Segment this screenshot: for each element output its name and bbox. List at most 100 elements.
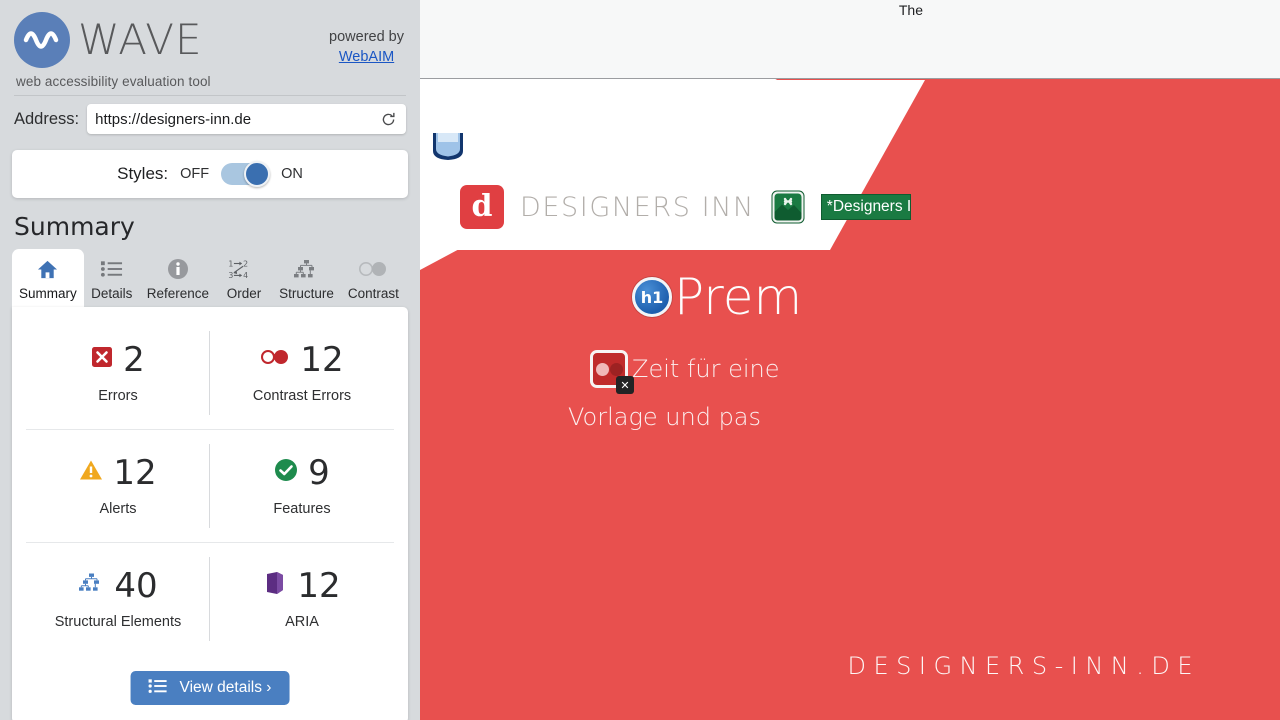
feature-icon bbox=[274, 458, 298, 487]
stat-alerts[interactable]: 12 Alerts bbox=[26, 430, 210, 542]
styles-switch-knob bbox=[244, 161, 271, 187]
page-preview: The d DESIGNERS INN *Designers h1 Prem ✕… bbox=[420, 0, 1280, 720]
stat-errors-label: Errors bbox=[98, 387, 138, 404]
tab-reference-label: Reference bbox=[146, 286, 210, 301]
site-brand-name: DESIGNERS INN bbox=[520, 191, 755, 223]
stat-errors[interactable]: 2 Errors bbox=[26, 317, 210, 429]
contrast-badge-circle-light bbox=[595, 362, 609, 376]
powered-by-text: powered by bbox=[329, 29, 404, 45]
styles-on-label: ON bbox=[281, 166, 303, 182]
tab-contrast-label: Contrast bbox=[347, 286, 399, 301]
styles-off-label: OFF bbox=[180, 166, 210, 182]
svg-text:1: 1 bbox=[228, 259, 233, 268]
stat-contrast-errors-value: 12 bbox=[300, 339, 344, 380]
wave-wordmark: WAVE bbox=[78, 15, 203, 64]
info-icon bbox=[167, 257, 189, 281]
hero-heading-text: Prem bbox=[674, 268, 803, 326]
stat-grid-3: 40 Structural Elements 12 ARIA bbox=[26, 543, 394, 655]
preview-toolbar bbox=[420, 0, 1280, 79]
address-input[interactable] bbox=[95, 110, 378, 128]
tab-order[interactable]: 1 2 3 4 Order bbox=[216, 249, 272, 307]
order-icon: 1 2 3 4 bbox=[228, 257, 260, 281]
contrast-badge-circle-dark bbox=[609, 362, 623, 376]
stat-aria-top: 12 bbox=[263, 565, 341, 606]
stat-features-label: Features bbox=[273, 500, 331, 517]
svg-text:3: 3 bbox=[228, 271, 233, 280]
wave-region-icon[interactable] bbox=[431, 133, 465, 166]
wave-alt-text-label: *Designers Inn bbox=[820, 194, 911, 220]
stat-features-top: 9 bbox=[274, 456, 330, 490]
wave-h1-badge-icon[interactable]: h1 bbox=[632, 277, 672, 317]
reload-icon[interactable] bbox=[378, 109, 398, 129]
tab-details-label: Details bbox=[91, 286, 133, 301]
wave-tagline: web accessibility evaluation tool bbox=[16, 74, 211, 89]
view-details-label: View details › bbox=[179, 679, 272, 696]
stat-contrast-errors-label: Contrast Errors bbox=[252, 387, 352, 404]
contrast-icon bbox=[358, 257, 388, 281]
summary-panel: 2 Errors 12 Contrast Errors 12 Alerts 9 … bbox=[12, 307, 408, 720]
stat-contrast-errors-top: 12 bbox=[260, 339, 344, 380]
tab-structure-label: Structure bbox=[279, 286, 334, 301]
stat-structural-elements-top: 40 bbox=[78, 565, 158, 606]
hero-subline-1-text: Zeit für eine bbox=[632, 355, 780, 383]
view-details-button[interactable]: View details › bbox=[130, 671, 290, 705]
wave-extension-screen: WAVE web accessibility evaluation tool p… bbox=[0, 0, 1280, 720]
site-brand-row: d DESIGNERS INN *Designers Inn bbox=[460, 185, 911, 229]
contrast-error-icon bbox=[260, 348, 290, 371]
stat-features[interactable]: 9 Features bbox=[210, 430, 394, 542]
header-divider bbox=[14, 95, 406, 96]
styles-label: Styles: bbox=[117, 164, 169, 183]
stat-contrast-errors[interactable]: 12 Contrast Errors bbox=[210, 317, 394, 429]
hero-subline-2: Vorlage und pas bbox=[568, 403, 762, 431]
hero-heading: h1 Prem bbox=[632, 268, 802, 326]
list-icon bbox=[148, 678, 168, 699]
wave-sidebar: WAVE web accessibility evaluation tool p… bbox=[0, 0, 420, 720]
tab-reference[interactable]: Reference bbox=[140, 249, 216, 307]
home-icon bbox=[36, 257, 59, 281]
wave-header: WAVE web accessibility evaluation tool p… bbox=[0, 0, 420, 96]
styles-toggle-card[interactable]: Styles: OFF ON bbox=[12, 150, 408, 198]
address-bar-row: Address: bbox=[0, 96, 420, 142]
structure-elements-icon bbox=[78, 572, 104, 599]
structure-icon bbox=[293, 257, 319, 281]
stat-errors-top: 2 bbox=[91, 343, 145, 377]
tab-bar: Summary Details Reference 1 2 3 4 Order … bbox=[12, 249, 408, 307]
address-box[interactable] bbox=[87, 104, 406, 134]
stat-structural-elements-value: 40 bbox=[114, 565, 158, 606]
aria-cube-icon bbox=[263, 570, 287, 601]
wave-contrast-error-badge-icon[interactable]: ✕ bbox=[590, 350, 634, 394]
stat-structural-elements[interactable]: 40 Structural Elements bbox=[26, 543, 210, 655]
stat-structural-elements-label: Structural Elements bbox=[54, 613, 182, 630]
svg-text:2: 2 bbox=[243, 259, 248, 268]
stat-alerts-top: 12 bbox=[79, 452, 157, 493]
site-watermark: DESIGNERS-INN.DE bbox=[847, 652, 1200, 680]
site-logo-icon[interactable]: d bbox=[460, 185, 504, 229]
tab-structure[interactable]: Structure bbox=[272, 249, 341, 307]
stat-alerts-value: 12 bbox=[113, 452, 157, 493]
hero-subline-1: ✕ Zeit für eine bbox=[590, 350, 780, 394]
stat-aria[interactable]: 12 ARIA bbox=[210, 543, 394, 655]
stat-errors-value: 2 bbox=[123, 339, 145, 380]
preview-toolbar-text: The bbox=[898, 2, 923, 18]
address-label: Address: bbox=[14, 109, 80, 128]
stat-aria-value: 12 bbox=[297, 565, 341, 606]
stat-alerts-label: Alerts bbox=[99, 500, 137, 517]
styles-switch[interactable] bbox=[221, 161, 271, 187]
wave-logo-icon bbox=[14, 12, 70, 68]
powered-by-block: powered by WebAIM bbox=[329, 28, 404, 67]
alert-icon bbox=[79, 459, 103, 486]
error-icon bbox=[91, 346, 113, 373]
stat-aria-label: ARIA bbox=[285, 613, 319, 630]
page-title: Summary bbox=[14, 212, 135, 241]
list-icon bbox=[100, 257, 123, 281]
tab-details[interactable]: Details bbox=[84, 249, 140, 307]
wave-linked-image-icon[interactable] bbox=[771, 190, 805, 224]
tab-order-label: Order bbox=[226, 286, 262, 301]
svg-text:4: 4 bbox=[243, 271, 248, 280]
stat-features-value: 9 bbox=[308, 452, 330, 493]
stat-grid: 2 Errors 12 Contrast Errors bbox=[26, 317, 394, 429]
webaim-link[interactable]: WebAIM bbox=[329, 48, 404, 68]
tab-summary[interactable]: Summary bbox=[12, 249, 84, 307]
tab-contrast[interactable]: Contrast bbox=[341, 249, 406, 307]
close-icon[interactable]: ✕ bbox=[616, 376, 634, 394]
